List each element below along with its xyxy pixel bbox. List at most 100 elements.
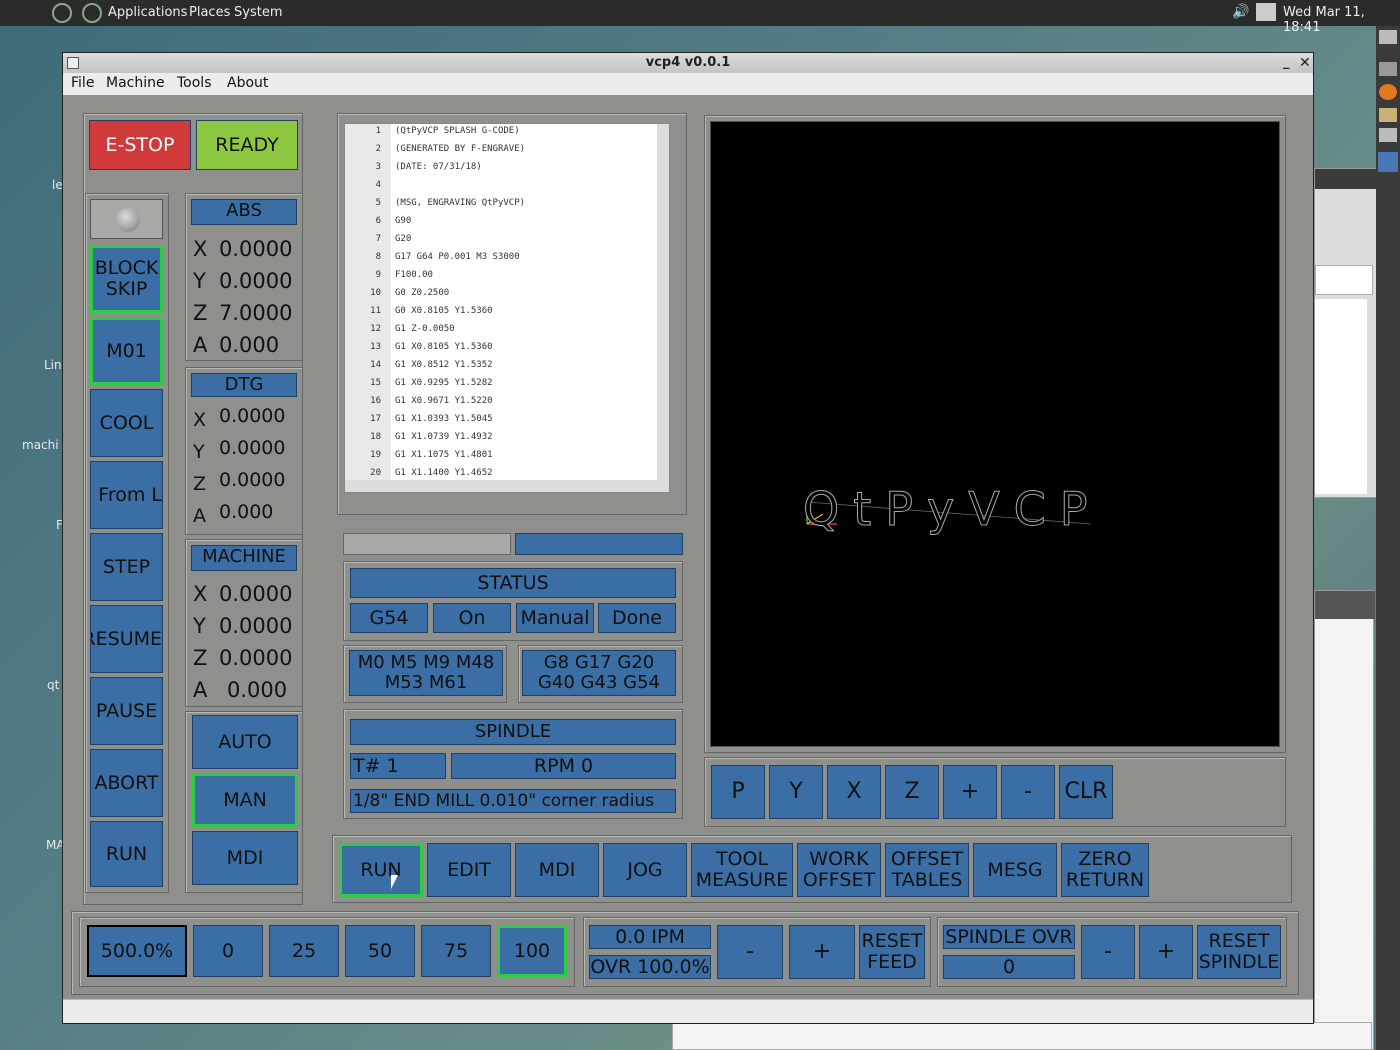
tab-zero-return[interactable]: ZERO RETURN [1061, 843, 1149, 897]
gcode-line-number: 2 [375, 144, 381, 154]
gcode-preview[interactable]: QtPyVCP [710, 121, 1280, 747]
pause-button[interactable]: PAUSE [90, 677, 163, 745]
gcode-line[interactable]: 13 G1 X0.8105 Y1.5360 [345, 342, 655, 360]
tab-mesg[interactable]: MESG [973, 843, 1057, 897]
dock-icon[interactable] [1378, 152, 1398, 172]
gcode-line[interactable]: 7 G20 [345, 234, 655, 252]
window-statusbar [63, 999, 1313, 1023]
desktop-label[interactable]: Lin [44, 358, 62, 372]
gcode-editor[interactable]: 1 (QtPyVCP SPLASH G-CODE) 2 (GENERATED BY F… [344, 123, 670, 493]
close-icon[interactable]: ✕ [1299, 53, 1311, 73]
menu-about[interactable]: About [227, 75, 268, 91]
gcode-line-number: 4 [375, 180, 381, 190]
mdi-mode-button[interactable]: MDI [192, 831, 298, 885]
gcode-line[interactable]: 5 (MSG, ENGRAVING QtPyVCP) [345, 198, 655, 216]
run-button[interactable]: RUN [90, 821, 163, 887]
rapid-preset-50-button[interactable]: 50 [345, 925, 415, 977]
spindle-minus-button[interactable]: - [1081, 925, 1135, 979]
gcode-line-text: (GENERATED BY F-ENGRAVE) [395, 144, 526, 154]
vertical-scrollbar[interactable] [657, 124, 669, 492]
vcp-window: vcp4 v0.0.1 _ ✕ File Machine Tools About… [62, 52, 1314, 1024]
m01-button[interactable]: M01 [90, 317, 163, 385]
rapid-preset-25-button[interactable]: 25 [269, 925, 339, 977]
user-icon[interactable] [1256, 3, 1276, 21]
system-menu[interactable]: System [234, 5, 282, 20]
spindle-plus-button[interactable]: + [1139, 925, 1193, 979]
clear-preview-button[interactable]: CLR [1059, 765, 1113, 819]
step-button[interactable]: STEP [90, 533, 163, 601]
tab-mdi[interactable]: MDI [515, 843, 599, 897]
gcode-line[interactable]: 19 G1 X1.1075 Y1.4801 [345, 450, 655, 468]
launcher-icon[interactable] [82, 3, 102, 23]
firefox-icon[interactable] [1379, 84, 1397, 100]
applications-menu[interactable]: Applications [108, 5, 187, 20]
menu-file[interactable]: File [71, 75, 94, 91]
gcode-line[interactable]: 16 G1 X0.9671 Y1.5220 [345, 396, 655, 414]
gcode-line[interactable]: 10 G0 Z0.2500 [345, 288, 655, 306]
horizontal-scrollbar[interactable] [345, 480, 669, 492]
rapid-preset-0-button[interactable]: 0 [193, 925, 263, 977]
view-x-button[interactable]: X [827, 765, 881, 819]
rapid-preset-100-button[interactable]: 100 [497, 925, 567, 977]
tab-edit[interactable]: EDIT [427, 843, 511, 897]
manual-mode-button[interactable]: MAN [192, 773, 298, 827]
machine-y-label: Y [193, 614, 206, 638]
gcode-line[interactable]: 14 G1 X0.8512 Y1.5352 [345, 360, 655, 378]
gcode-line[interactable]: 18 G1 X1.0739 Y1.4932 [345, 432, 655, 450]
dock-icon[interactable] [1379, 62, 1397, 76]
coolant-button[interactable]: COOL [90, 389, 163, 457]
gcode-line[interactable]: 8 G17 G64 P0.001 M3 S3000 [345, 252, 655, 270]
view-y-button[interactable]: Y [769, 765, 823, 819]
gcode-line[interactable]: 12 G1 Z-0.0050 [345, 324, 655, 342]
zoom-out-button[interactable]: - [1001, 765, 1055, 819]
minimize-icon[interactable]: _ [1283, 53, 1290, 73]
estop-button[interactable]: E-STOP [89, 120, 191, 170]
abort-button[interactable]: ABORT [90, 749, 163, 817]
rapid-preset-75-button[interactable]: 75 [421, 925, 491, 977]
machine-z-label: Z [193, 646, 208, 670]
ready-button[interactable]: READY [196, 120, 298, 170]
reset-feed-button[interactable]: RESET FEED [859, 925, 925, 979]
window-menu-icon[interactable] [67, 57, 79, 69]
dock-icon[interactable] [1379, 128, 1397, 142]
volume-icon[interactable]: 🔊 [1232, 4, 1249, 20]
auto-mode-button[interactable]: AUTO [192, 715, 298, 769]
tab-run[interactable]: RUN [339, 843, 423, 897]
background-window [1314, 590, 1375, 1050]
view-z-button[interactable]: Z [885, 765, 939, 819]
reset-spindle-button[interactable]: RESET SPINDLE [1197, 925, 1281, 979]
gcode-line[interactable]: 17 G1 X1.0393 Y1.5045 [345, 414, 655, 432]
dock-icon[interactable] [1379, 30, 1397, 44]
desktop-label[interactable]: machi [22, 438, 59, 452]
tab-jog[interactable]: JOG [603, 843, 687, 897]
dtg-y-label: Y [193, 441, 205, 463]
menu-tools[interactable]: Tools [177, 75, 212, 91]
gcode-line[interactable]: 3 (DATE: 07/31/18) [345, 162, 655, 180]
tab-offset-tables[interactable]: OFFSET TABLES [885, 843, 969, 897]
launcher-icon[interactable] [52, 3, 72, 23]
menu-machine[interactable]: Machine [106, 75, 165, 91]
gcode-line-text: G1 X1.0393 Y1.5045 [395, 414, 493, 424]
mode-indicator: Manual [516, 603, 594, 633]
gcode-line[interactable]: 15 G1 X0.9295 Y1.5282 [345, 378, 655, 396]
view-p-button[interactable]: P [711, 765, 765, 819]
tab-work-offset[interactable]: WORK OFFSET [797, 843, 881, 897]
dtg-x-label: X [193, 409, 207, 431]
block-skip-button[interactable]: BLOCK SKIP [90, 245, 163, 313]
gcode-line[interactable]: 11 G0 X0.8105 Y1.5360 [345, 306, 655, 324]
gcode-line[interactable]: 4 [345, 180, 655, 198]
resume-button[interactable]: RESUME [90, 605, 163, 673]
gcode-line[interactable]: 6 G90 [345, 216, 655, 234]
gcode-line[interactable]: 9 F100.00 [345, 270, 655, 288]
abs-title: ABS [191, 199, 297, 225]
zoom-in-button[interactable]: + [943, 765, 997, 819]
gcode-line[interactable]: 1 (QtPyVCP SPLASH G-CODE) [345, 126, 655, 144]
feed-plus-button[interactable]: + [789, 925, 855, 979]
folder-icon[interactable] [1379, 108, 1397, 122]
desktop-label[interactable]: qt [47, 678, 59, 692]
tab-tool-measure[interactable]: TOOL MEASURE [691, 843, 793, 897]
run-from-line-button[interactable]: n From L [90, 461, 163, 529]
feed-minus-button[interactable]: - [717, 925, 783, 979]
gcode-line[interactable]: 2 (GENERATED BY F-ENGRAVE) [345, 144, 655, 162]
places-menu[interactable]: Places [189, 5, 230, 20]
